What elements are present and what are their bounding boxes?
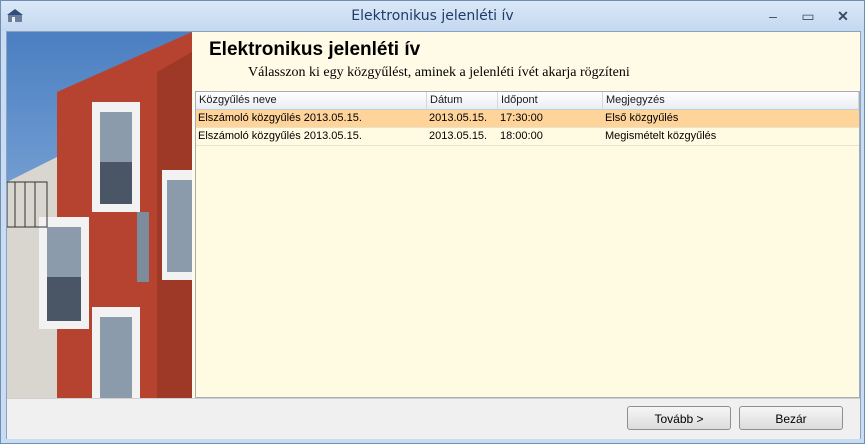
meeting-time: 17:30:00	[500, 112, 543, 124]
building-image	[7, 32, 192, 398]
meeting-note: Első közgyűlés	[605, 112, 679, 124]
column-header-name[interactable]: Közgyűlés neve	[196, 92, 427, 109]
client-area: Elektronikus jelenléti ív Válasszon ki e…	[6, 31, 861, 439]
title-bar[interactable]: Elektronikus jelenléti ív – ▭ ✕	[1, 1, 864, 31]
meeting-date: 2013.05.15.	[429, 112, 488, 124]
content-panel: Elektronikus jelenléti ív Válasszon ki e…	[192, 32, 860, 398]
app-window: Elektronikus jelenléti ív – ▭ ✕ Elektron…	[0, 0, 865, 444]
close-window-button[interactable]: ✕	[827, 5, 859, 27]
window-title: Elektronikus jelenléti ív	[351, 8, 514, 24]
list-item[interactable]: Elszámoló közgyűlés 2013.05.15. 2013.05.…	[196, 110, 859, 128]
column-header-note[interactable]: Megjegyzés	[603, 92, 859, 109]
meeting-note: Megismételt közgyűlés	[605, 130, 717, 142]
maximize-button[interactable]: ▭	[792, 5, 824, 27]
button-bar: Tovább > Bezár	[7, 398, 860, 439]
list-header: Közgyűlés neve Dátum Időpont Megjegyzés	[196, 92, 859, 110]
meeting-time: 18:00:00	[500, 130, 543, 142]
meeting-name: Elszámoló közgyűlés 2013.05.15.	[198, 112, 362, 124]
minimize-button[interactable]: –	[757, 5, 789, 27]
meeting-name: Elszámoló közgyűlés 2013.05.15.	[198, 130, 362, 142]
meeting-date: 2013.05.15.	[429, 130, 488, 142]
page-subtitle: Válasszon ki egy közgyűlést, aminek a je…	[248, 65, 630, 80]
column-header-time[interactable]: Időpont	[498, 92, 603, 109]
page-heading: Elektronikus jelenléti ív	[209, 39, 421, 60]
meetings-list[interactable]: Közgyűlés neve Dátum Időpont Megjegyzés …	[195, 91, 860, 398]
column-header-date[interactable]: Dátum	[427, 92, 498, 109]
close-button[interactable]: Bezár	[739, 406, 843, 430]
list-item[interactable]: Elszámoló közgyűlés 2013.05.15. 2013.05.…	[196, 128, 859, 146]
next-button[interactable]: Tovább >	[627, 406, 731, 430]
